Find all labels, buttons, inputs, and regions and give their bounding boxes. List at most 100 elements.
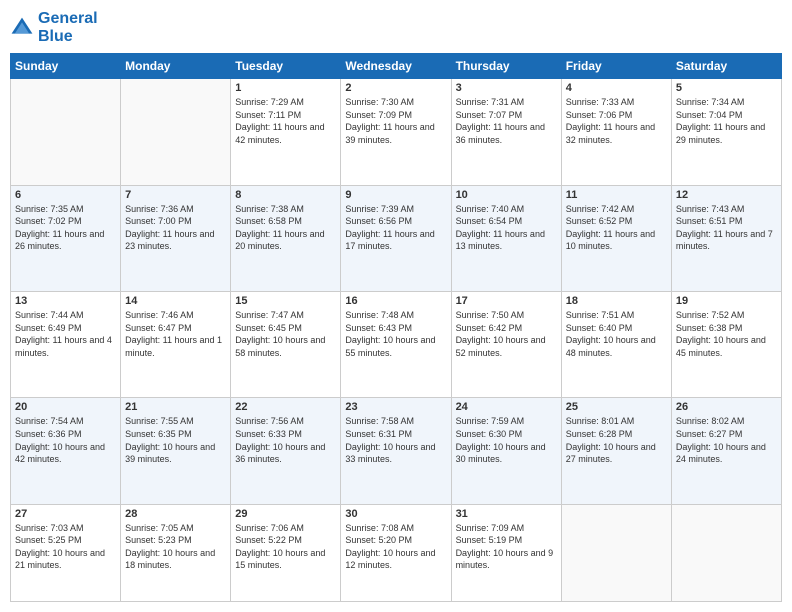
- day-number: 2: [345, 82, 446, 94]
- calendar-cell: 15 Sunrise: 7:47 AM Sunset: 6:45 PM Dayli…: [231, 291, 341, 397]
- day-number: 9: [345, 189, 446, 201]
- day-number: 15: [235, 295, 336, 307]
- cell-info: Sunrise: 7:34 AM Sunset: 7:04 PM Dayligh…: [676, 96, 777, 146]
- cell-info: Sunrise: 7:33 AM Sunset: 7:06 PM Dayligh…: [566, 96, 667, 146]
- day-number: 18: [566, 295, 667, 307]
- day-number: 11: [566, 189, 667, 201]
- calendar-cell: 17 Sunrise: 7:50 AM Sunset: 6:42 PM Dayli…: [451, 291, 561, 397]
- calendar-cell: 5 Sunrise: 7:34 AM Sunset: 7:04 PM Daylig…: [671, 79, 781, 185]
- day-number: 6: [15, 189, 116, 201]
- day-number: 23: [345, 401, 446, 413]
- day-number: 1: [235, 82, 336, 94]
- day-number: 20: [15, 401, 116, 413]
- calendar-cell: 16 Sunrise: 7:48 AM Sunset: 6:43 PM Dayli…: [341, 291, 451, 397]
- calendar-cell: 26 Sunrise: 8:02 AM Sunset: 6:27 PM Dayli…: [671, 398, 781, 504]
- calendar-cell: 4 Sunrise: 7:33 AM Sunset: 7:06 PM Daylig…: [561, 79, 671, 185]
- day-number: 17: [456, 295, 557, 307]
- day-number: 16: [345, 295, 446, 307]
- logo: General Blue: [10, 10, 98, 45]
- cell-info: Sunrise: 7:46 AM Sunset: 6:47 PM Dayligh…: [125, 309, 226, 359]
- cell-info: Sunrise: 7:52 AM Sunset: 6:38 PM Dayligh…: [676, 309, 777, 359]
- calendar-cell: 23Sunrise: 7:58 AM Sunset: 6:31 PM Dayli…: [341, 398, 451, 504]
- day-number: 30: [345, 508, 446, 520]
- day-number: 3: [456, 82, 557, 94]
- day-number: 19: [676, 295, 777, 307]
- calendar-cell: 25 Sunrise: 8:01 AM Sunset: 6:28 PM Dayli…: [561, 398, 671, 504]
- page: General Blue SundayMondayTuesdayWednesda…: [0, 0, 792, 612]
- calendar-cell: 12 Sunrise: 7:43 AM Sunset: 6:51 PM Dayli…: [671, 185, 781, 291]
- calendar-cell: 9 Sunrise: 7:39 AM Sunset: 6:56 PM Daylig…: [341, 185, 451, 291]
- calendar-cell: 2 Sunrise: 7:30 AM Sunset: 7:09 PM Daylig…: [341, 79, 451, 185]
- calendar-cell: 8 Sunrise: 7:38 AM Sunset: 6:58 PM Daylig…: [231, 185, 341, 291]
- cell-info: Sunrise: 8:01 AM Sunset: 6:28 PM Dayligh…: [566, 415, 667, 465]
- calendar-table: SundayMondayTuesdayWednesdayThursdayFrid…: [10, 53, 782, 602]
- cell-info: Sunrise: 7:39 AM Sunset: 6:56 PM Dayligh…: [345, 203, 446, 253]
- calendar-cell: 3 Sunrise: 7:31 AM Sunset: 7:07 PM Daylig…: [451, 79, 561, 185]
- weekday-header: Thursday: [451, 54, 561, 79]
- weekday-header: Friday: [561, 54, 671, 79]
- calendar-cell: 18 Sunrise: 7:51 AM Sunset: 6:40 PM Dayli…: [561, 291, 671, 397]
- day-number: 25: [566, 401, 667, 413]
- cell-info: Sunrise: 7:38 AM Sunset: 6:58 PM Dayligh…: [235, 203, 336, 253]
- calendar-cell: [671, 504, 781, 601]
- day-number: 28: [125, 508, 226, 520]
- calendar-cell: 21 Sunrise: 7:55 AM Sunset: 6:35 PM Dayli…: [121, 398, 231, 504]
- day-number: 22: [235, 401, 336, 413]
- calendar-cell: 14 Sunrise: 7:46 AM Sunset: 6:47 PM Dayli…: [121, 291, 231, 397]
- weekday-header: Tuesday: [231, 54, 341, 79]
- cell-info: Sunrise: 7:48 AM Sunset: 6:43 PM Dayligh…: [345, 309, 446, 359]
- day-number: 7: [125, 189, 226, 201]
- weekday-header: Wednesday: [341, 54, 451, 79]
- cell-info: Sunrise: 7:56 AM Sunset: 6:33 PM Dayligh…: [235, 415, 336, 465]
- day-number: 12: [676, 189, 777, 201]
- calendar-cell: 13Sunrise: 7:44 AM Sunset: 6:49 PM Dayli…: [11, 291, 121, 397]
- day-number: 31: [456, 508, 557, 520]
- day-number: 13: [15, 295, 116, 307]
- cell-info: Sunrise: 7:35 AM Sunset: 7:02 PM Dayligh…: [15, 203, 116, 253]
- day-number: 21: [125, 401, 226, 413]
- cell-info: Sunrise: 7:06 AM Sunset: 5:22 PM Dayligh…: [235, 522, 336, 572]
- cell-info: Sunrise: 7:08 AM Sunset: 5:20 PM Dayligh…: [345, 522, 446, 572]
- cell-info: Sunrise: 7:42 AM Sunset: 6:52 PM Dayligh…: [566, 203, 667, 253]
- cell-info: Sunrise: 7:55 AM Sunset: 6:35 PM Dayligh…: [125, 415, 226, 465]
- calendar-cell: 22 Sunrise: 7:56 AM Sunset: 6:33 PM Dayli…: [231, 398, 341, 504]
- calendar-cell: 11 Sunrise: 7:42 AM Sunset: 6:52 PM Dayli…: [561, 185, 671, 291]
- day-number: 5: [676, 82, 777, 94]
- day-number: 29: [235, 508, 336, 520]
- cell-info: Sunrise: 7:31 AM Sunset: 7:07 PM Dayligh…: [456, 96, 557, 146]
- cell-info: Sunrise: 7:43 AM Sunset: 6:51 PM Dayligh…: [676, 203, 777, 253]
- cell-info: Sunrise: 7:09 AM Sunset: 5:19 PM Dayligh…: [456, 522, 557, 572]
- weekday-header: Sunday: [11, 54, 121, 79]
- cell-info: Sunrise: 8:02 AM Sunset: 6:27 PM Dayligh…: [676, 415, 777, 465]
- cell-info: Sunrise: 7:51 AM Sunset: 6:40 PM Dayligh…: [566, 309, 667, 359]
- header: General Blue: [10, 10, 782, 45]
- logo-text: General Blue: [38, 10, 98, 45]
- calendar-cell: 6 Sunrise: 7:35 AM Sunset: 7:02 PM Daylig…: [11, 185, 121, 291]
- calendar-cell: 10 Sunrise: 7:40 AM Sunset: 6:54 PM Dayli…: [451, 185, 561, 291]
- cell-info: Sunrise: 7:30 AM Sunset: 7:09 PM Dayligh…: [345, 96, 446, 146]
- calendar-cell: [121, 79, 231, 185]
- day-number: 14: [125, 295, 226, 307]
- calendar-cell: [11, 79, 121, 185]
- calendar-cell: 27 Sunrise: 7:03 AM Sunset: 5:25 PM Dayli…: [11, 504, 121, 601]
- weekday-header: Saturday: [671, 54, 781, 79]
- calendar-cell: 20Sunrise: 7:54 AM Sunset: 6:36 PM Dayli…: [11, 398, 121, 504]
- cell-info: Sunrise: 7:03 AM Sunset: 5:25 PM Dayligh…: [15, 522, 116, 572]
- calendar-cell: 1Sunrise: 7:29 AM Sunset: 7:11 PM Daylig…: [231, 79, 341, 185]
- day-number: 10: [456, 189, 557, 201]
- calendar-cell: 30 Sunrise: 7:08 AM Sunset: 5:20 PM Dayli…: [341, 504, 451, 601]
- calendar-cell: 29 Sunrise: 7:06 AM Sunset: 5:22 PM Dayli…: [231, 504, 341, 601]
- cell-info: Sunrise: 7:47 AM Sunset: 6:45 PM Dayligh…: [235, 309, 336, 359]
- day-number: 4: [566, 82, 667, 94]
- day-number: 8: [235, 189, 336, 201]
- calendar-cell: 7Sunrise: 7:36 AM Sunset: 7:00 PM Daylig…: [121, 185, 231, 291]
- calendar-cell: 28Sunrise: 7:05 AM Sunset: 5:23 PM Dayli…: [121, 504, 231, 601]
- cell-info: Sunrise: 7:50 AM Sunset: 6:42 PM Dayligh…: [456, 309, 557, 359]
- day-number: 24: [456, 401, 557, 413]
- cell-info: Sunrise: 7:59 AM Sunset: 6:30 PM Dayligh…: [456, 415, 557, 465]
- cell-info: Sunrise: 7:40 AM Sunset: 6:54 PM Dayligh…: [456, 203, 557, 253]
- calendar-cell: 24 Sunrise: 7:59 AM Sunset: 6:30 PM Dayli…: [451, 398, 561, 504]
- day-number: 26: [676, 401, 777, 413]
- calendar-cell: 19 Sunrise: 7:52 AM Sunset: 6:38 PM Dayli…: [671, 291, 781, 397]
- day-number: 27: [15, 508, 116, 520]
